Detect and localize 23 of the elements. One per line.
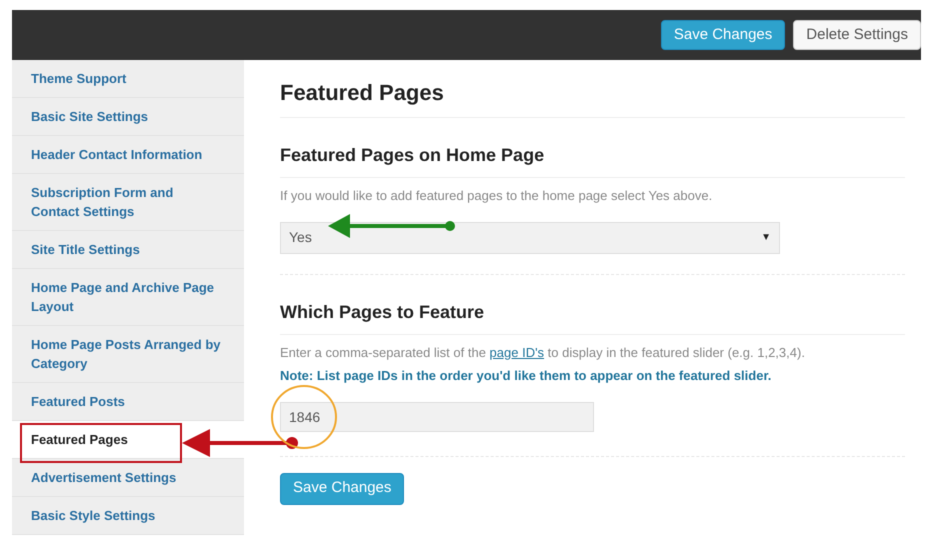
note-text: Note: List page IDs in the order you'd like them to appear on the featured slider. — [280, 367, 772, 385]
caret-icon: ▼ — [761, 230, 771, 245]
page-ids-field[interactable]: 1846 — [280, 402, 594, 432]
delete-button[interactable]: Delete Settings — [793, 20, 921, 50]
section-heading: Which Pages to Feature — [280, 298, 905, 334]
help-text: If you would like to add featured pages to the home page select Yes above. — [280, 187, 714, 205]
select-value: Yes — [289, 228, 312, 247]
save-button[interactable]: Save Changes — [280, 472, 404, 504]
sidebar-item[interactable]: Basic Style Settings — [12, 497, 244, 535]
sidebar-item[interactable]: Home Page Posts Arranged by Category — [12, 326, 244, 383]
save-button[interactable]: Save Changes — [660, 20, 786, 50]
section-heading: Featured Pages on Home Page — [280, 142, 905, 178]
sidebar-item[interactable]: Advertisement Settings — [12, 459, 244, 497]
sidebar-item[interactable]: Home Page and Archive Page Layout — [12, 269, 244, 326]
help-text: Enter a comma-separated list of the page ID's to display in the featured slider (e.g. 1,2,3,4). — [280, 344, 806, 362]
page-ids-link[interactable]: page ID's — [490, 344, 544, 360]
sidebar-item[interactable]: Subscription Form and Contact Settings — [12, 174, 244, 231]
sidebar-item[interactable]: Header Contact Information — [12, 136, 244, 174]
sidebar-item[interactable]: Site Title Settings — [12, 231, 244, 269]
sidebar-item[interactable]: Theme Support — [12, 60, 244, 98]
page-title: Featured Pages — [280, 76, 905, 118]
sidebar-item[interactable]: Basic Site Settings — [12, 98, 244, 136]
select-field[interactable]: Yes ▼ — [280, 222, 780, 254]
